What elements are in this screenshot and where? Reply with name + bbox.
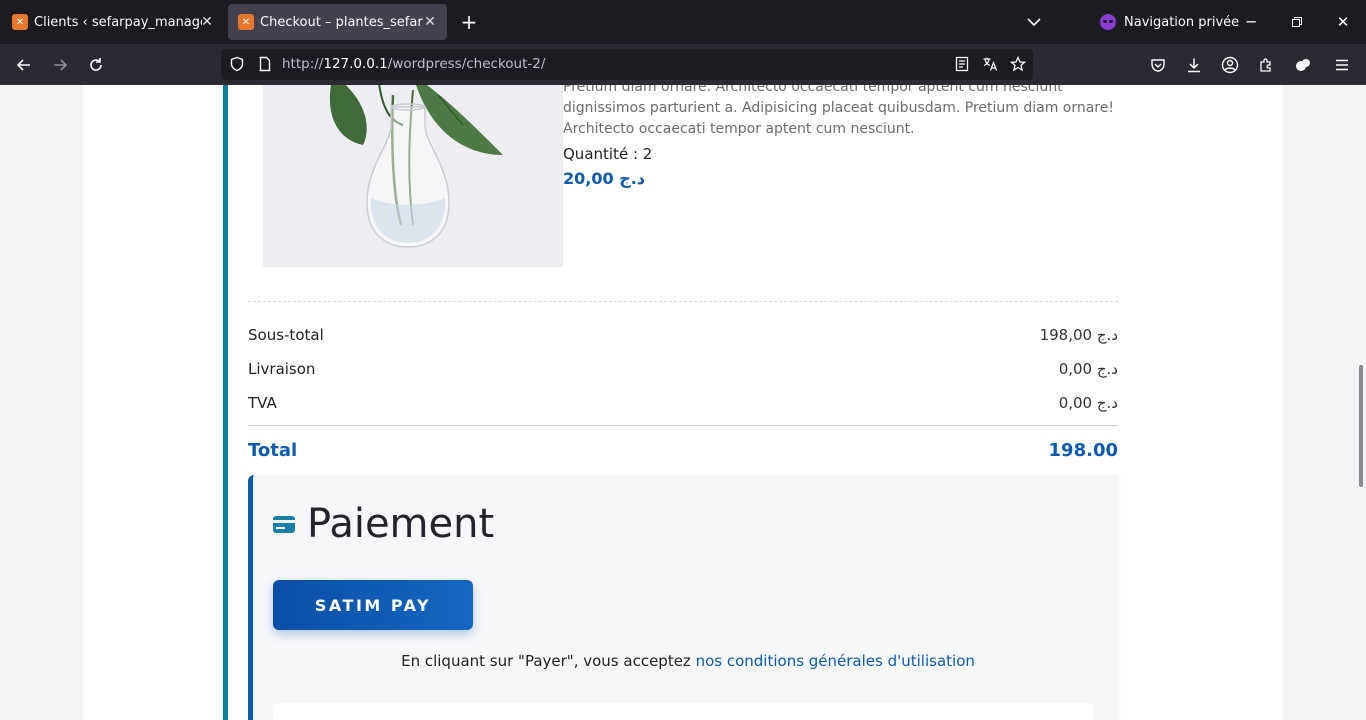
payment-inner-box [273, 703, 1093, 720]
nav-bar: http://127.0.0.1/wordpress/checkout-2/ [0, 44, 1366, 85]
tab-checkout[interactable]: ✕ Checkout – plantes_sefar ✕ [228, 4, 447, 40]
product-quantity: Quantité : 2 [563, 145, 653, 163]
pocket-icon[interactable] [1146, 53, 1170, 77]
url-prefix: http:// [282, 56, 324, 72]
divider-dashed [248, 301, 1118, 302]
bookmark-star-icon[interactable] [1010, 56, 1026, 72]
payment-header: Paiement [273, 501, 494, 547]
shipping-row: Livraison 0,00 د.ج [248, 360, 1118, 378]
product-description: Pretium diam ornare. Architecto occaecat… [563, 85, 1114, 137]
forward-arrow-icon[interactable] [48, 53, 72, 77]
close-tab-icon[interactable]: ✕ [421, 13, 439, 31]
product-image [263, 85, 563, 267]
reload-icon[interactable] [84, 53, 108, 77]
checkout-page: Pretium diam ornare. Architecto occaecat… [83, 85, 1283, 720]
account-icon[interactable] [1218, 53, 1242, 77]
back-arrow-icon[interactable] [12, 53, 36, 77]
minimize-icon[interactable]: ─ [1239, 10, 1263, 34]
subtotal-value: 198,00 د.ج [1039, 326, 1118, 344]
terms-text: En cliquant sur "Payer", vous acceptez n… [253, 652, 1123, 670]
translate-icon[interactable] [982, 56, 998, 72]
extension-icon[interactable] [1291, 53, 1315, 77]
total-value: 198.00 [1048, 440, 1118, 461]
tab-title: Checkout – plantes_sefar [260, 14, 423, 30]
order-card-accent-border [223, 85, 228, 720]
private-label: Navigation privée [1124, 14, 1240, 30]
page-icon[interactable] [257, 56, 273, 72]
tab-clients[interactable]: ✕ Clients ‹ sefarpay_management — WordPr… [2, 0, 224, 44]
payment-card: Paiement SATIM PAY En cliquant sur "Paye… [248, 475, 1118, 720]
divider-solid [248, 425, 1118, 426]
close-tab-icon[interactable]: ✕ [198, 13, 216, 31]
payment-title: Paiement [307, 501, 495, 547]
url-host: 127.0.0.1 [323, 56, 388, 72]
terms-prefix: En cliquant sur "Payer", vous acceptez [401, 652, 696, 670]
restore-icon[interactable] [1285, 10, 1309, 34]
downloads-icon[interactable] [1182, 53, 1206, 77]
tax-row: TVA 0,00 د.ج [248, 394, 1118, 412]
page-scrollbar[interactable] [1359, 365, 1363, 487]
product-price: 20,00 د.ج [563, 169, 646, 188]
private-browsing-indicator: Navigation privée [1100, 14, 1239, 30]
subtotal-row: Sous-total 198,00 د.ج [248, 326, 1118, 344]
url-path: /wordpress/checkout-2/ [387, 56, 546, 72]
address-bar[interactable]: http://127.0.0.1/wordpress/checkout-2/ [221, 49, 1033, 80]
total-row: Total 198.00 [248, 440, 1118, 461]
shipping-label: Livraison [248, 360, 316, 378]
credit-card-icon [273, 515, 295, 533]
satim-pay-button[interactable]: SATIM PAY [273, 580, 473, 630]
xampp-favicon-icon: ✕ [238, 14, 254, 30]
page-viewport: Pretium diam ornare. Architecto occaecat… [0, 85, 1366, 720]
close-window-icon[interactable]: ✕ [1331, 10, 1355, 34]
terms-link[interactable]: nos conditions générales d'utilisation [696, 652, 975, 670]
reader-view-icon[interactable] [954, 56, 970, 72]
total-label: Total [248, 440, 298, 461]
subtotal-label: Sous-total [248, 326, 324, 344]
menu-hamburger-icon[interactable] [1330, 53, 1354, 77]
private-mask-icon [1100, 14, 1116, 30]
tab-list-chevron-down-icon[interactable] [1024, 12, 1044, 32]
tab-title: Clients ‹ sefarpay_management — WordPres… [34, 14, 202, 30]
tax-label: TVA [248, 394, 277, 412]
xampp-favicon-icon: ✕ [12, 14, 28, 30]
new-tab-plus-icon[interactable]: + [458, 12, 480, 34]
tax-value: 0,00 د.ج [1058, 394, 1118, 412]
tab-bar: ✕ Clients ‹ sefarpay_management — WordPr… [0, 0, 1366, 44]
shield-icon[interactable] [229, 56, 245, 72]
shipping-value: 0,00 د.ج [1058, 360, 1118, 378]
url-text[interactable]: http://127.0.0.1/wordpress/checkout-2/ [282, 56, 545, 72]
extensions-puzzle-icon[interactable] [1254, 53, 1278, 77]
